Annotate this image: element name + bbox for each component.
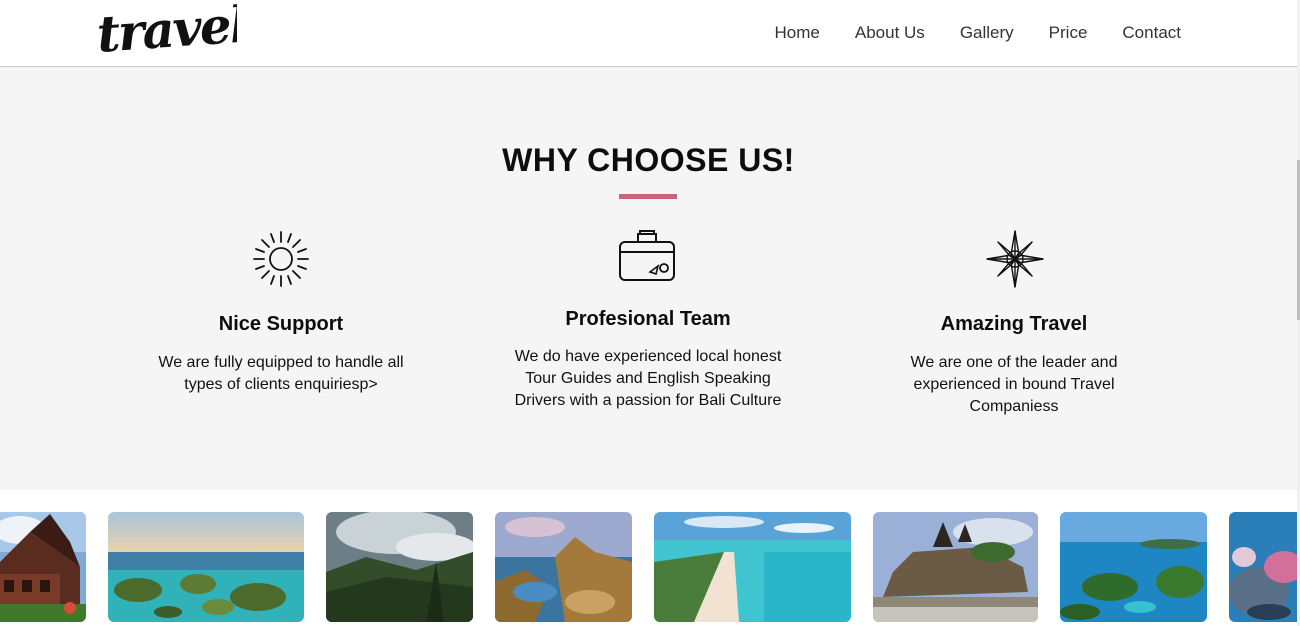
nav-about-us[interactable]: About Us (855, 23, 925, 43)
logo-script-lettering: travel (95, 0, 249, 64)
islands-lagoon-photo[interactable] (108, 512, 304, 622)
tropical-islands-photo[interactable] (1060, 512, 1207, 622)
jungle-valley-photo[interactable] (326, 512, 473, 622)
section-title: WHY CHOOSE US! (502, 142, 795, 178)
nav-home[interactable]: Home (775, 23, 820, 43)
feature-text: We are fully equipped to handle all type… (158, 354, 404, 393)
traditional-house-photo[interactable] (0, 512, 86, 622)
feature-text: We are one of the leader and experienced… (910, 354, 1118, 415)
site-logo[interactable]: travel (95, 0, 249, 64)
title-underline (619, 194, 677, 199)
padar-island-photo[interactable] (495, 512, 632, 622)
feature-title: Profesional Team (565, 308, 731, 330)
sun-icon (253, 231, 309, 287)
feature-text: We do have experienced local honest Tour… (514, 348, 782, 409)
coral-reef-photo[interactable] (1229, 512, 1300, 622)
feature-title: Amazing Travel (940, 313, 1088, 335)
compass-rose-icon (986, 230, 1044, 288)
tanah-lot-temple-photo[interactable] (873, 512, 1038, 622)
nav-price[interactable]: Price (1049, 23, 1088, 43)
why-choose-us-section: WHY CHOOSE US! Nice Support We are fully… (0, 67, 1297, 490)
white-sand-beach-photo[interactable] (654, 512, 851, 622)
main-nav: Home About Us Gallery Price Contact (775, 23, 1181, 43)
svg-text:travel: travel (97, 2, 237, 62)
site-header: travel Home About Us Gallery Price Conta… (0, 0, 1300, 67)
photo-gallery-strip (0, 490, 1300, 626)
suitcase-icon (619, 230, 675, 281)
nav-gallery[interactable]: Gallery (960, 23, 1014, 43)
nav-contact[interactable]: Contact (1122, 23, 1181, 43)
feature-title: Nice Support (218, 313, 344, 335)
